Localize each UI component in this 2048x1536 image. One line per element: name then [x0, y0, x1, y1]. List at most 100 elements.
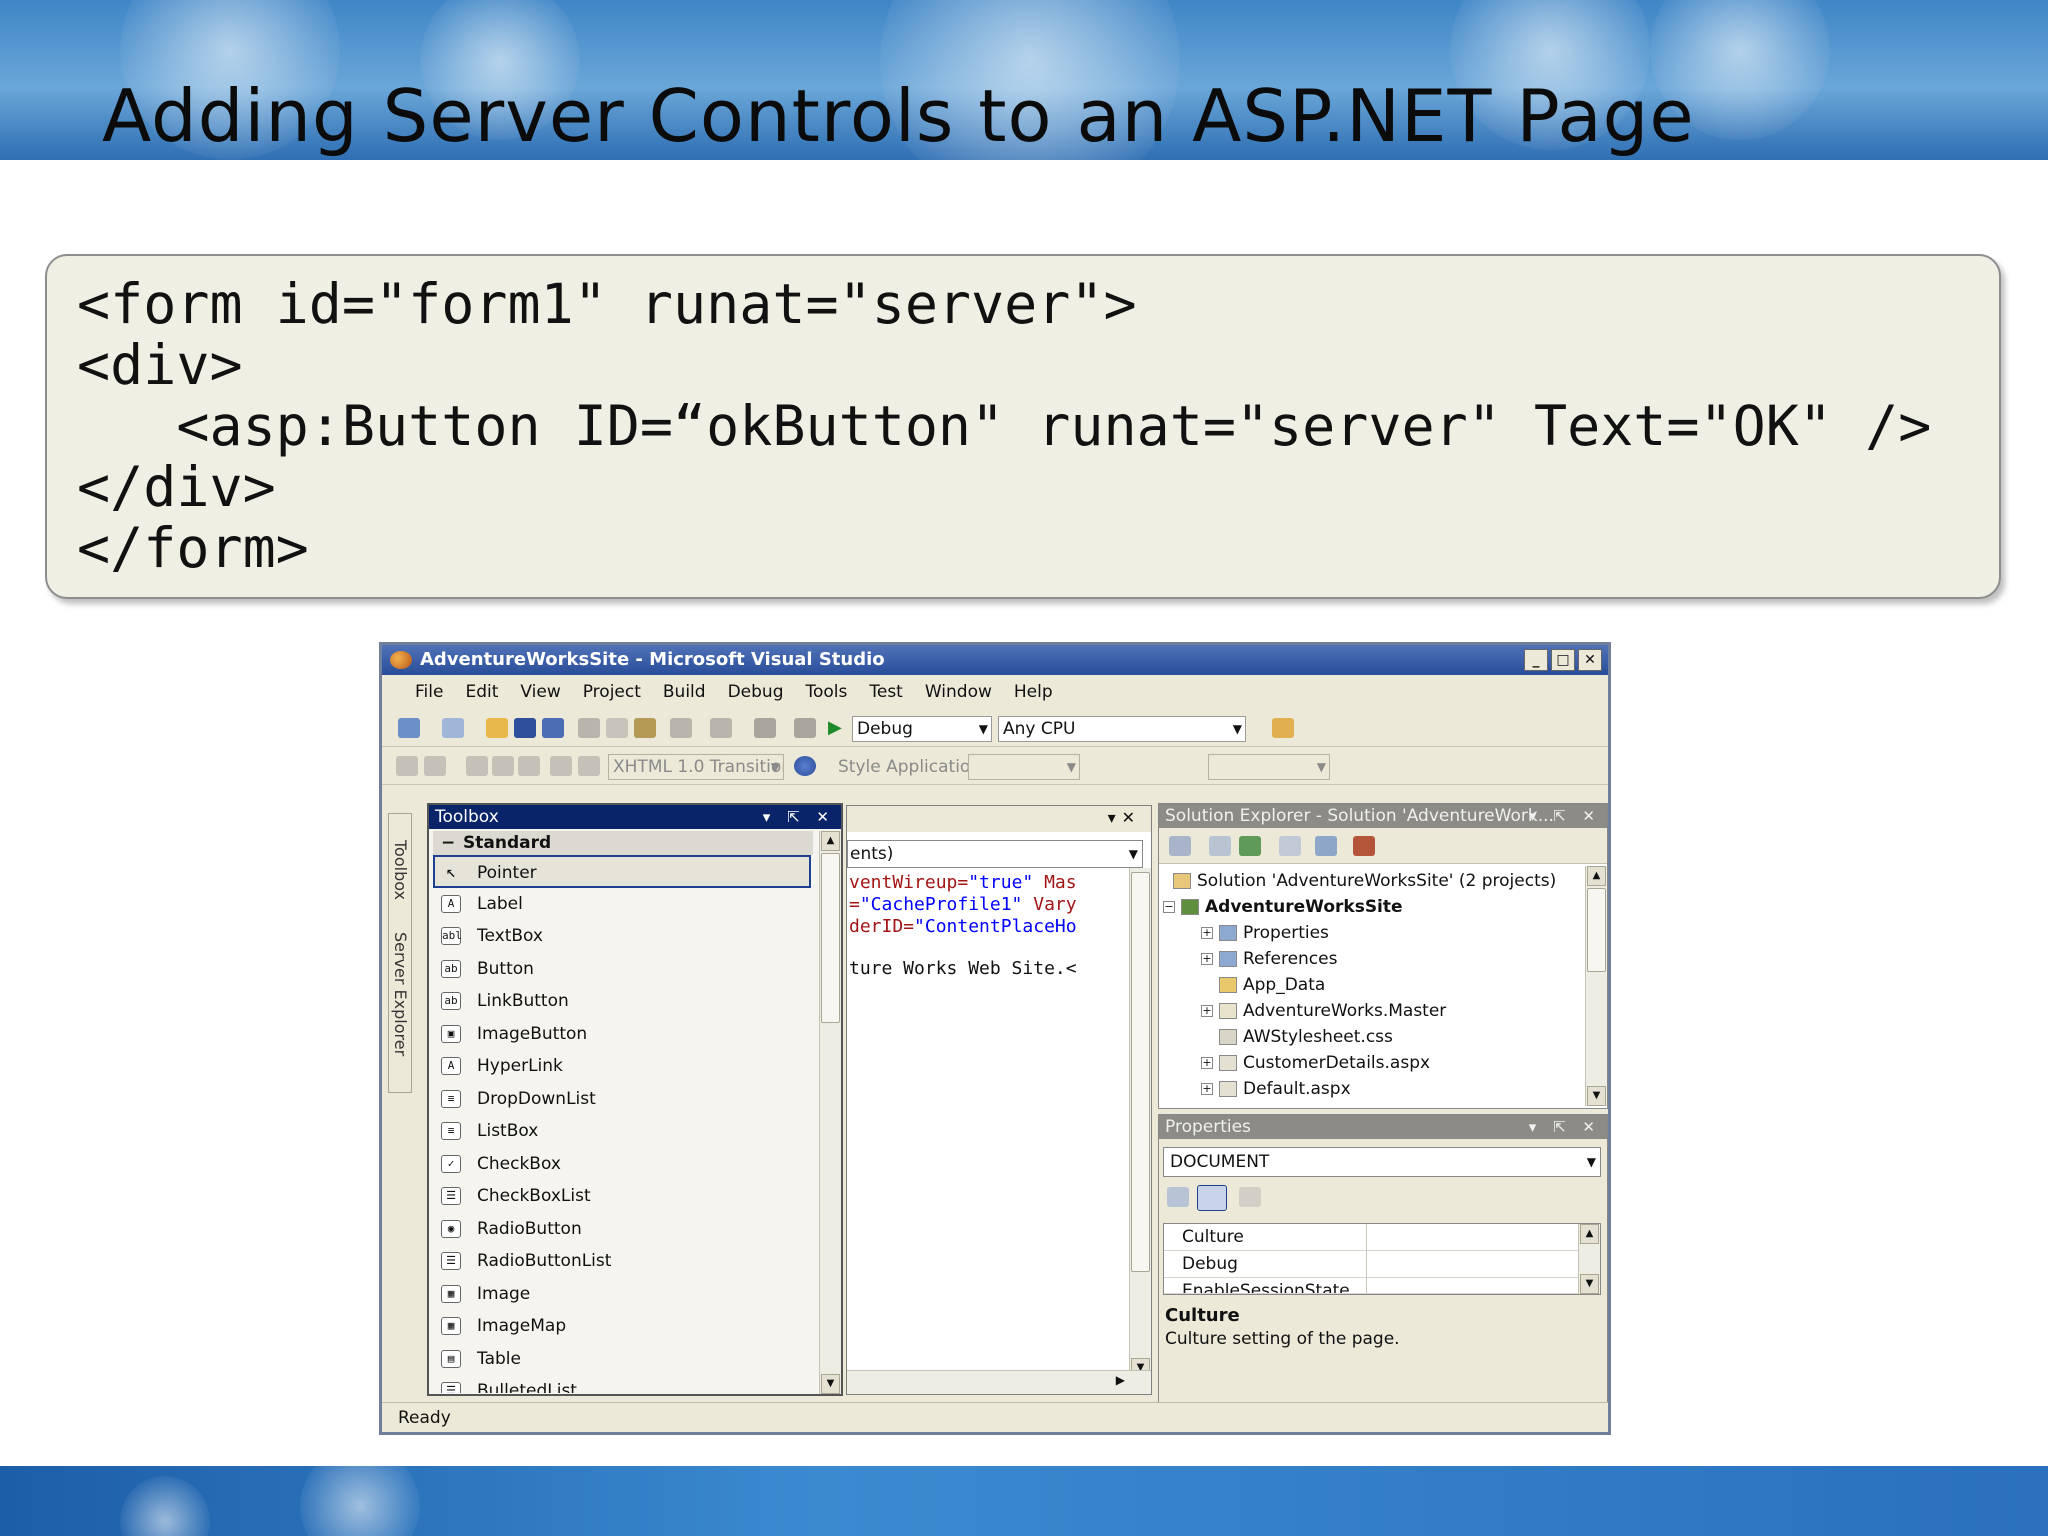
- toolbox-item-checkbox[interactable]: ✓ CheckBox: [429, 1148, 813, 1181]
- open-file-icon[interactable]: [486, 718, 508, 738]
- config-select[interactable]: Debug ▼: [852, 716, 992, 742]
- cut-icon[interactable]: [578, 718, 600, 738]
- scroll-thumb[interactable]: [821, 853, 840, 1023]
- save-all-icon[interactable]: [542, 718, 564, 738]
- paste-icon[interactable]: [634, 718, 656, 738]
- minimize-button[interactable]: _: [1524, 649, 1548, 671]
- menu-tools[interactable]: Tools: [794, 682, 858, 702]
- toolbox-scrollbar[interactable]: ▲ ▼: [819, 831, 841, 1394]
- copy-icon[interactable]: [606, 718, 628, 738]
- solution-tree-item[interactable]: Default.aspx: [1219, 1076, 1351, 1102]
- solution-tree-item[interactable]: References: [1219, 946, 1337, 972]
- validation-icon[interactable]: [794, 756, 816, 776]
- toolbox-item-button[interactable]: ab Button: [429, 953, 813, 986]
- toolbox-item-hyperlink[interactable]: A HyperLink: [429, 1050, 813, 1083]
- scroll-down-icon[interactable]: ▼: [1587, 1086, 1606, 1106]
- show-all-files-icon[interactable]: [1209, 836, 1231, 856]
- toolbox-item-listbox[interactable]: ≡ ListBox: [429, 1115, 813, 1148]
- toolbox-section-standard[interactable]: Standard: [433, 831, 813, 855]
- comment-icon[interactable]: [550, 756, 572, 776]
- scroll-right-icon[interactable]: ▶: [1116, 1373, 1125, 1387]
- property-pages-icon[interactable]: [1239, 1187, 1261, 1207]
- redo-icon[interactable]: [710, 718, 732, 738]
- solution-tree-item[interactable]: AdventureWorksSite: [1181, 894, 1403, 920]
- pane-controls[interactable]: ▾ ⇱ ✕: [1529, 804, 1601, 828]
- navigate-back-icon[interactable]: [754, 718, 776, 738]
- solution-tree-item[interactable]: Solution 'AdventureWorksSite' (2 project…: [1173, 868, 1556, 894]
- toolbox-item-bulletedlist[interactable]: ☰ BulletedList: [429, 1375, 813, 1393]
- solution-tree-item[interactable]: CustomerDetails.aspx: [1219, 1050, 1430, 1076]
- scroll-down-icon[interactable]: ▼: [821, 1374, 840, 1394]
- expand-icon[interactable]: +: [1201, 1005, 1213, 1017]
- doctype-select[interactable]: XHTML 1.0 Transitional (▼: [608, 754, 784, 780]
- menu-build[interactable]: Build: [652, 682, 717, 702]
- pane-controls[interactable]: ▾ ⇱ ✕: [763, 805, 835, 829]
- format-icon[interactable]: [466, 756, 488, 776]
- solution-tree-item[interactable]: AWStylesheet.css: [1219, 1024, 1393, 1050]
- target-rule-select[interactable]: ▼: [1208, 754, 1330, 780]
- format-icon[interactable]: [424, 756, 446, 776]
- property-row-culture[interactable]: Culture: [1164, 1224, 1580, 1251]
- uncomment-icon[interactable]: [578, 756, 600, 776]
- toolbox-item-image[interactable]: ▦ Image: [429, 1278, 813, 1311]
- scroll-down-icon[interactable]: ▼: [1580, 1274, 1599, 1294]
- scroll-up-icon[interactable]: ▲: [1587, 866, 1606, 886]
- start-debug-icon[interactable]: ▶: [828, 718, 850, 738]
- find-in-files-icon[interactable]: [1272, 718, 1294, 738]
- solution-tree-item[interactable]: Properties: [1219, 920, 1329, 946]
- toolbox-item-table[interactable]: ▤ Table: [429, 1343, 813, 1376]
- undo-icon[interactable]: [670, 718, 692, 738]
- scroll-thumb[interactable]: [1131, 872, 1150, 1272]
- scroll-up-icon[interactable]: ▲: [821, 831, 840, 851]
- toolbox-item-radiobutton[interactable]: ◉ RadioButton: [429, 1213, 813, 1246]
- server-explorer-side-tab[interactable]: Server Explorer: [391, 932, 410, 1056]
- menu-debug[interactable]: Debug: [717, 682, 795, 702]
- menu-view[interactable]: View: [509, 682, 571, 702]
- menu-test[interactable]: Test: [858, 682, 913, 702]
- expand-icon[interactable]: +: [1201, 953, 1213, 965]
- menu-project[interactable]: Project: [572, 682, 652, 702]
- maximize-button[interactable]: □: [1551, 649, 1575, 671]
- format-icon[interactable]: [396, 756, 418, 776]
- expand-icon[interactable]: +: [1201, 927, 1213, 939]
- toolbox-item-dropdownlist[interactable]: ≡ DropDownList: [429, 1083, 813, 1116]
- menu-window[interactable]: Window: [914, 682, 1003, 702]
- property-grid-scrollbar[interactable]: ▲ ▼: [1578, 1224, 1600, 1294]
- event-dropdown[interactable]: ents) ▼: [847, 840, 1143, 868]
- toolbox-side-tab[interactable]: Toolbox: [391, 840, 410, 900]
- properties-icon[interactable]: [1169, 836, 1191, 856]
- style-application-select[interactable]: ▼: [968, 754, 1080, 780]
- menu-file[interactable]: File: [404, 682, 454, 702]
- menu-help[interactable]: Help: [1003, 682, 1064, 702]
- navigate-forward-icon[interactable]: [794, 718, 816, 738]
- toolbox-item-linkbutton[interactable]: ab LinkButton: [429, 985, 813, 1018]
- close-button[interactable]: ✕: [1578, 649, 1602, 671]
- toolbox-item-label[interactable]: A Label: [429, 888, 813, 921]
- new-project-icon[interactable]: [398, 718, 420, 738]
- platform-select[interactable]: Any CPU ▼: [998, 716, 1246, 742]
- toolbox-item-textbox[interactable]: abl TextBox: [429, 920, 813, 953]
- scroll-thumb[interactable]: [1587, 888, 1606, 972]
- toolbox-item-imagemap[interactable]: ▦ ImageMap: [429, 1310, 813, 1343]
- editor-scrollbar[interactable]: ▼: [1129, 868, 1151, 1378]
- view-designer-icon[interactable]: [1315, 836, 1337, 856]
- alphabetical-icon[interactable]: [1197, 1185, 1227, 1211]
- outdent-icon[interactable]: [492, 756, 514, 776]
- expand-icon[interactable]: +: [1201, 1083, 1213, 1095]
- window-title-bar[interactable]: AdventureWorksSite - Microsoft Visual St…: [382, 645, 1608, 675]
- solution-tree-item[interactable]: AdventureWorks.Master: [1219, 998, 1446, 1024]
- property-row-enablesessionstate[interactable]: EnableSessionState: [1164, 1278, 1580, 1294]
- solution-scrollbar[interactable]: ▲ ▼: [1585, 866, 1607, 1106]
- properties-object-select[interactable]: DOCUMENT ▼: [1163, 1147, 1601, 1177]
- editor-hscrollbar[interactable]: ▶: [847, 1370, 1151, 1394]
- view-code-icon[interactable]: [1279, 836, 1301, 856]
- toolbox-item-radiobuttonlist[interactable]: ☰ RadioButtonList: [429, 1245, 813, 1278]
- solution-tree-item[interactable]: App_Data: [1219, 972, 1325, 998]
- menu-edit[interactable]: Edit: [454, 682, 509, 702]
- toolbox-item-checkboxlist[interactable]: ☰ CheckBoxList: [429, 1180, 813, 1213]
- toolbox-item-imagebutton[interactable]: ▣ ImageButton: [429, 1018, 813, 1051]
- property-row-debug[interactable]: Debug: [1164, 1251, 1580, 1278]
- refresh-icon[interactable]: [1239, 836, 1261, 856]
- editor-window-controls[interactable]: ▾✕: [1108, 808, 1141, 827]
- copy-web-site-icon[interactable]: [1353, 836, 1375, 856]
